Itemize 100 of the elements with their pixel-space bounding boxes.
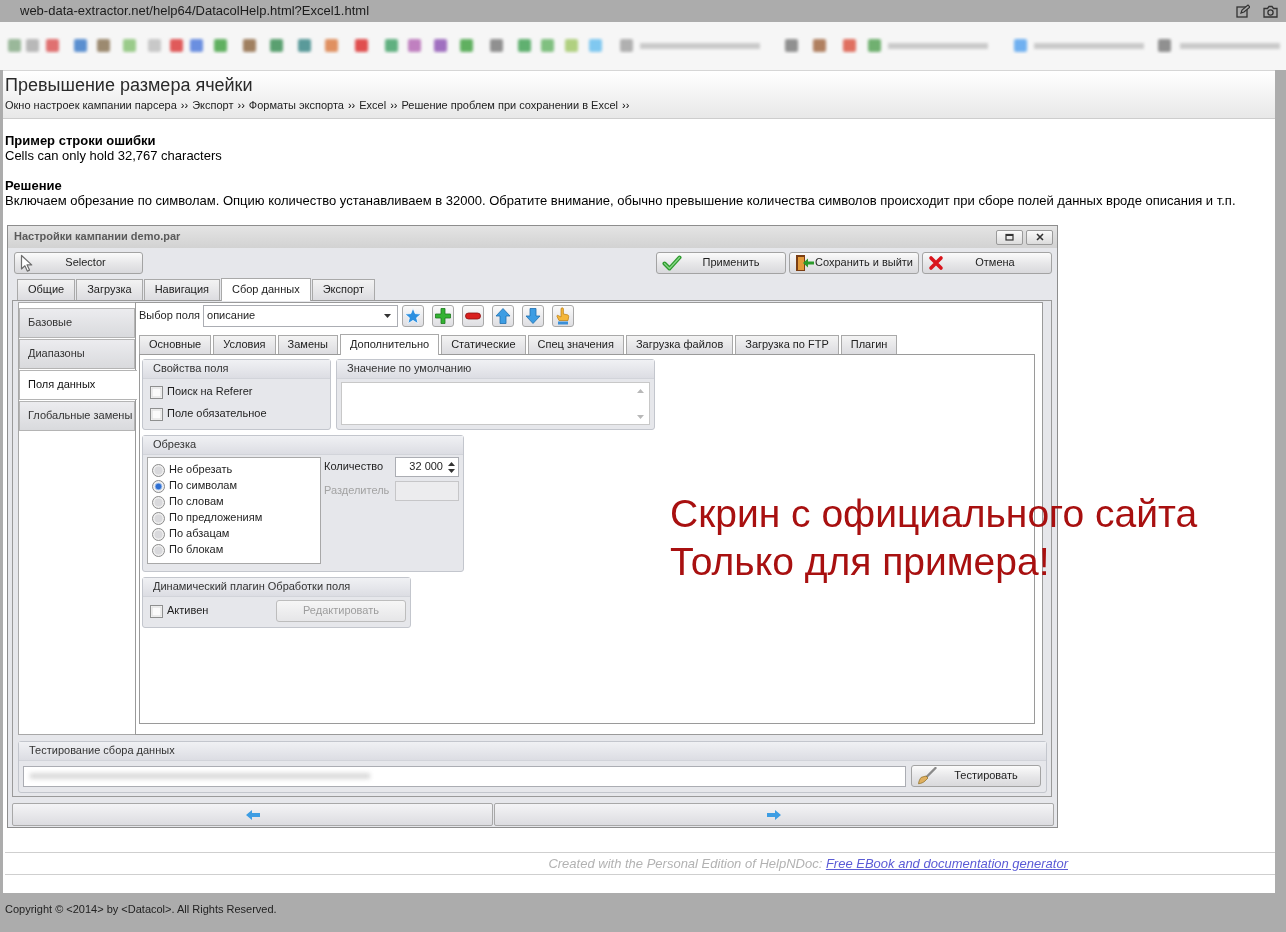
radio-label: По предложениям: [169, 511, 263, 525]
checkbox[interactable]: [150, 407, 163, 421]
remove-button[interactable]: [462, 305, 485, 327]
radio-label: По символам: [169, 479, 237, 493]
close-icon: [1035, 233, 1044, 241]
add-button[interactable]: [432, 305, 455, 327]
count-label: Количество: [324, 460, 385, 474]
checkbox[interactable]: [150, 604, 163, 618]
checkbox[interactable]: [150, 385, 163, 399]
separator-label: Разделитель: [324, 484, 391, 498]
page-title: Превышение размера ячейки: [5, 74, 254, 96]
checkbox-label: Поиск на Referer: [167, 385, 253, 399]
group-title: Обрезка: [143, 436, 463, 455]
arrow-left-icon: [244, 808, 261, 821]
cursor-icon: [20, 254, 34, 272]
sub-tab[interactable]: Дополнительно: [340, 334, 440, 355]
breadcrumb-separator: ››: [347, 98, 356, 112]
favorite-button[interactable]: [402, 305, 425, 327]
apply-button[interactable]: Применить: [656, 252, 786, 274]
arrow-right-icon: [766, 808, 782, 821]
door-arrow-icon: [795, 254, 815, 272]
breadcrumb-link[interactable]: Форматы экспорта: [248, 98, 344, 112]
tab[interactable]: Загрузка: [76, 279, 143, 300]
checkbox-label: Поле обязательное: [167, 407, 267, 421]
close-button[interactable]: [1026, 229, 1053, 245]
side-tab[interactable]: Диапазоны: [19, 339, 135, 369]
group-title: Динамический плагин Обработки поля: [143, 578, 410, 597]
paragraph-text: Включаем обрезание по символам. Опцию количество устанавливаем в 32000. Обратите внимание, обычно превышение количества символов происходит при сборе полей данных вроде описания и т.п.: [5, 193, 1237, 208]
camera-icon[interactable]: [1263, 4, 1278, 18]
breadcrumb-separator: ››: [622, 98, 630, 112]
sub-tab[interactable]: Основные: [139, 335, 212, 354]
side-tab[interactable]: Поля данных: [19, 370, 137, 400]
save-exit-button[interactable]: Сохранить и выйти: [789, 252, 919, 274]
credit-text: Created with the Personal Edition of HelpNDoc: Free EBook and documentation generator: [547, 855, 1068, 873]
sub-tab[interactable]: Статические: [441, 335, 526, 354]
radio-label: По абзацам: [169, 527, 230, 541]
cancel-button[interactable]: Отмена: [922, 252, 1052, 274]
breadcrumb-link[interactable]: Excel: [359, 98, 387, 112]
star-icon: [404, 307, 423, 325]
sub-tab[interactable]: Замены: [277, 335, 338, 354]
side-tab[interactable]: Базовые: [19, 308, 135, 338]
tab[interactable]: Общие: [17, 279, 76, 300]
move-up-button[interactable]: [492, 305, 515, 327]
spinner-arrows-icon: [448, 460, 455, 474]
move-down-button[interactable]: [522, 305, 545, 327]
field-select-label: Выбор поля: [138, 309, 201, 323]
forward-button[interactable]: [494, 803, 1054, 826]
radio-button[interactable]: [152, 527, 165, 541]
tab[interactable]: Экспорт: [311, 279, 375, 300]
group-title: Тестирование сбора данных: [19, 742, 1046, 761]
annotation-text: Скрин с официального сайта: [670, 491, 1198, 537]
cross-icon: [928, 255, 944, 271]
breadcrumb-link[interactable]: Экспорт: [192, 98, 234, 112]
credit-link[interactable]: Free EBook and documentation generator: [825, 856, 1068, 871]
caret-icon: [384, 314, 392, 318]
arrow-up-icon: [494, 307, 513, 325]
arrow-down-icon: [524, 307, 543, 325]
side-tab[interactable]: Глобальные замены: [19, 401, 135, 431]
field-dropdown[interactable]: описание: [203, 305, 399, 327]
selector-button[interactable]: Selector: [14, 252, 143, 274]
checkbox-label: Активен: [167, 604, 209, 618]
brush-icon: [917, 767, 937, 785]
radio-button[interactable]: [152, 495, 165, 509]
back-button[interactable]: [12, 803, 493, 826]
radio-button[interactable]: [152, 543, 165, 557]
tab[interactable]: Навигация: [143, 279, 220, 300]
copyright-text: Copyright © <2014> by <Datacol>. All Rights Reserved.: [4, 902, 278, 917]
restore-icon: [1005, 233, 1014, 241]
breadcrumb-separator: ››: [237, 98, 245, 112]
sub-tab[interactable]: Плагин: [840, 335, 898, 354]
breadcrumb-separator: ››: [390, 98, 398, 112]
radio-button[interactable]: [152, 511, 165, 525]
plus-icon: [434, 307, 453, 325]
pointer-button[interactable]: [552, 305, 575, 327]
scroll-down-icon[interactable]: [636, 415, 644, 419]
radio-label: Не обрезать: [169, 463, 233, 477]
sub-tab[interactable]: Загрузка по FTP: [735, 335, 839, 354]
radio-button[interactable]: [152, 463, 165, 477]
scroll-up-icon[interactable]: [636, 389, 644, 393]
url-text: web-data-extractor.net/help64/DatacolHelp.html?Excel1.html: [20, 3, 370, 19]
radio-label: По словам: [169, 495, 224, 509]
window-title: Настройки кампании demo.par: [14, 230, 182, 244]
sub-tab[interactable]: Спец значения: [527, 335, 624, 354]
group-title: Свойства поля: [143, 360, 330, 379]
test-button[interactable]: Тестировать: [911, 765, 1041, 787]
sub-tab[interactable]: Загрузка файлов: [625, 335, 734, 354]
radio-button[interactable]: [152, 479, 165, 493]
breadcrumb-link[interactable]: Окно настроек кампании парсера: [5, 98, 177, 112]
tab[interactable]: Сбор данных: [221, 278, 311, 301]
group-title: Значение по умолчанию: [337, 360, 654, 379]
check-icon: [662, 255, 682, 271]
section-heading: Пример строки ошибки: [5, 133, 157, 148]
radio-label: По блокам: [169, 543, 224, 557]
restore-button[interactable]: [996, 229, 1023, 245]
count-spinner[interactable]: 32 000: [395, 457, 459, 477]
default-value-field[interactable]: [341, 382, 650, 425]
breadcrumb-link[interactable]: Решение проблем при сохранении в Excel: [401, 98, 618, 112]
sub-tab[interactable]: Условия: [213, 335, 276, 354]
url-field[interactable]: [23, 765, 906, 787]
edit-icon[interactable]: [1236, 4, 1250, 18]
